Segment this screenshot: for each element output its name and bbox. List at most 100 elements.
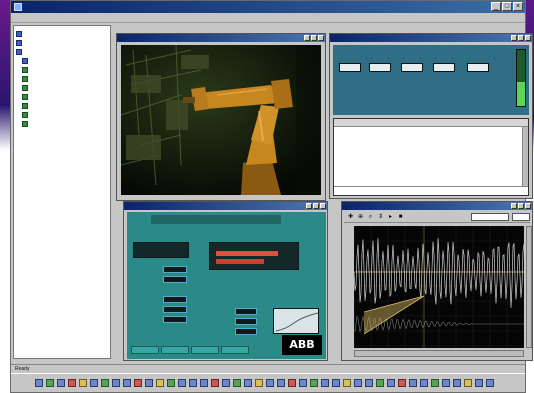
log-row[interactable] xyxy=(334,177,528,185)
toolbar-button-icon[interactable] xyxy=(123,378,131,387)
toolbar-button-icon[interactable] xyxy=(398,378,406,387)
tree-item[interactable] xyxy=(16,74,108,83)
tree-item[interactable] xyxy=(16,92,108,101)
pane-maximize-icon[interactable] xyxy=(313,203,319,209)
event-log[interactable] xyxy=(333,118,529,196)
log-row[interactable] xyxy=(334,161,528,169)
toolbar-button-icon[interactable] xyxy=(486,378,494,387)
operator-panel-titlebar[interactable] xyxy=(124,202,327,210)
toolbar-button-icon[interactable] xyxy=(475,378,483,387)
toolbar-button-icon[interactable] xyxy=(288,378,296,387)
tree-item[interactable] xyxy=(16,119,108,128)
toolbar-button-icon[interactable] xyxy=(200,378,208,387)
log-col-message[interactable] xyxy=(410,119,528,126)
toolbar-button-icon[interactable] xyxy=(68,378,76,387)
tree-item[interactable] xyxy=(16,65,108,74)
toolbar-button-icon[interactable] xyxy=(365,378,373,387)
toolbar-button-icon[interactable] xyxy=(321,378,329,387)
maximize-button[interactable]: □ xyxy=(502,2,512,11)
signal-value-field[interactable] xyxy=(512,213,530,221)
signal-analyzer-titlebar[interactable] xyxy=(342,202,532,210)
crosshair-icon[interactable]: ⊕ xyxy=(357,214,364,221)
tree-item[interactable] xyxy=(16,83,108,92)
pane-minimize-icon[interactable] xyxy=(304,35,310,41)
toolbar-button-icon[interactable] xyxy=(376,378,384,387)
pane-maximize-icon[interactable] xyxy=(518,35,524,41)
toolbar-button-icon[interactable] xyxy=(332,378,340,387)
toolbar-button-icon[interactable] xyxy=(244,378,252,387)
signal-select[interactable] xyxy=(471,213,509,221)
panel-button-1[interactable] xyxy=(131,346,159,354)
camera-view-titlebar[interactable] xyxy=(117,34,325,42)
log-row[interactable] xyxy=(334,127,528,135)
panel-button-2[interactable] xyxy=(161,346,189,354)
panel-button-4[interactable] xyxy=(221,346,249,354)
cursor-icon[interactable]: ✚ xyxy=(347,214,354,221)
toolbar-button-icon[interactable] xyxy=(233,378,241,387)
toolbar-button-icon[interactable] xyxy=(156,378,164,387)
toolbar-button-icon[interactable] xyxy=(112,378,120,387)
record-icon[interactable]: ■ xyxy=(397,214,404,221)
pane-close-icon[interactable] xyxy=(320,203,326,209)
toolbar-button-icon[interactable] xyxy=(90,378,98,387)
toolbar-button-icon[interactable] xyxy=(255,378,263,387)
toolbar-button-icon[interactable] xyxy=(178,378,186,387)
tree-item[interactable] xyxy=(16,38,108,47)
toolbar-button-icon[interactable] xyxy=(35,378,43,387)
tree-item[interactable] xyxy=(16,29,108,38)
toolbar-button-icon[interactable] xyxy=(464,378,472,387)
toolbar-button-icon[interactable] xyxy=(453,378,461,387)
arrow-icon[interactable]: ▸ xyxy=(387,214,394,221)
toolbar-button-icon[interactable] xyxy=(145,378,153,387)
pane-maximize-icon[interactable] xyxy=(518,203,524,209)
toolbar-button-icon[interactable] xyxy=(420,378,428,387)
robot-status-titlebar[interactable] xyxy=(330,34,532,42)
toolbar-button-icon[interactable] xyxy=(46,378,54,387)
toolbar-button-icon[interactable] xyxy=(266,378,274,387)
operator-panel-window[interactable]: ABB xyxy=(123,201,328,361)
scale-icon[interactable]: ⇕ xyxy=(377,214,384,221)
toolbar-button-icon[interactable] xyxy=(222,378,230,387)
tree-item[interactable] xyxy=(16,56,108,65)
tree-item[interactable] xyxy=(16,110,108,119)
minimize-button[interactable]: _ xyxy=(491,2,501,11)
pane-minimize-icon[interactable] xyxy=(511,203,517,209)
event-log-scrollbar[interactable] xyxy=(522,127,528,195)
robot-status-window[interactable] xyxy=(329,33,533,199)
signal-plot[interactable] xyxy=(353,225,525,348)
camera-view-window[interactable] xyxy=(116,33,326,201)
pane-maximize-icon[interactable] xyxy=(311,35,317,41)
log-row[interactable] xyxy=(334,169,528,177)
signal-v-scrollbar[interactable] xyxy=(526,226,532,348)
event-log-input[interactable] xyxy=(334,186,528,195)
pane-minimize-icon[interactable] xyxy=(511,35,517,41)
pane-close-icon[interactable] xyxy=(318,35,324,41)
toolbar-button-icon[interactable] xyxy=(211,378,219,387)
log-col-code[interactable] xyxy=(334,119,354,126)
log-col-time[interactable] xyxy=(382,119,410,126)
log-col-source[interactable] xyxy=(354,119,382,126)
close-button[interactable]: × xyxy=(513,2,523,11)
toolbar-button-icon[interactable] xyxy=(442,378,450,387)
signal-h-scrollbar[interactable] xyxy=(354,350,524,357)
toolbar-button-icon[interactable] xyxy=(134,378,142,387)
pane-close-icon[interactable] xyxy=(525,203,531,209)
toolbar-button-icon[interactable] xyxy=(277,378,285,387)
toolbar-button-icon[interactable] xyxy=(167,378,175,387)
toolbar-button-icon[interactable] xyxy=(431,378,439,387)
pane-minimize-icon[interactable] xyxy=(306,203,312,209)
log-row[interactable] xyxy=(334,152,528,160)
station-tree[interactable] xyxy=(13,25,111,359)
toolbar-button-icon[interactable] xyxy=(79,378,87,387)
zoom-icon[interactable]: ⌕ xyxy=(367,214,374,221)
log-row[interactable] xyxy=(334,144,528,152)
log-row[interactable] xyxy=(334,135,528,143)
tree-item[interactable] xyxy=(16,47,108,56)
pane-close-icon[interactable] xyxy=(525,35,531,41)
tree-item[interactable] xyxy=(16,101,108,110)
toolbar-button-icon[interactable] xyxy=(299,378,307,387)
toolbar-button-icon[interactable] xyxy=(189,378,197,387)
toolbar-button-icon[interactable] xyxy=(354,378,362,387)
app-titlebar[interactable]: _ □ × xyxy=(11,1,525,13)
signal-analyzer-window[interactable]: ✚ ⊕ ⌕ ⇕ ▸ ■ xyxy=(341,201,533,361)
